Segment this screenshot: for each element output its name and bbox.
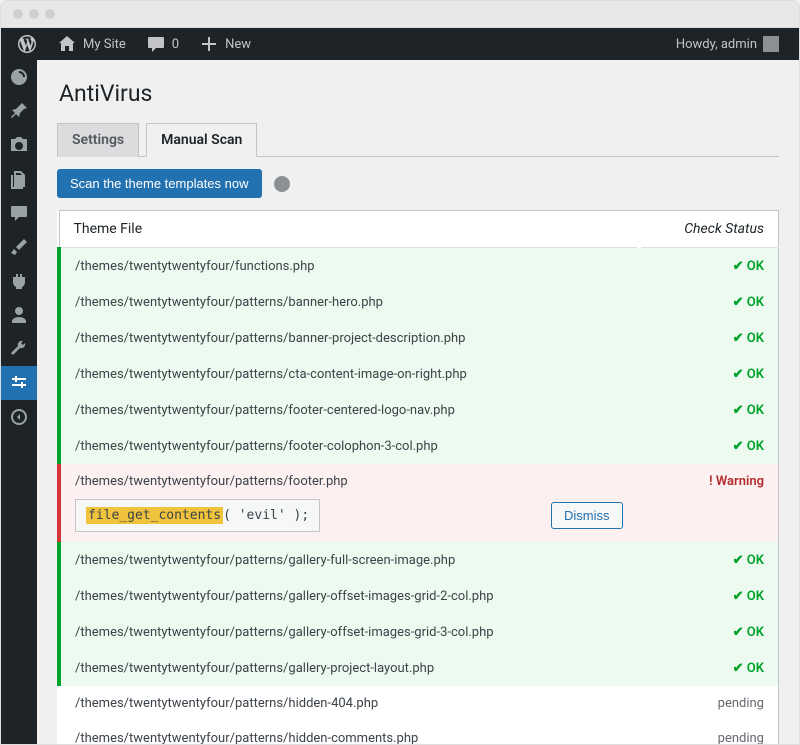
- status-cell: ✔ OK: [639, 578, 779, 614]
- wordpress-icon: [17, 34, 37, 54]
- window-dot: [45, 9, 55, 19]
- sliders-icon: [9, 373, 29, 393]
- site-name: My Site: [83, 37, 126, 52]
- file-path-cell: /themes/twentytwentyfour/patterns/hidden…: [59, 721, 639, 744]
- menu-comments[interactable]: [1, 196, 37, 230]
- admin-menu: [1, 60, 37, 744]
- table-row: /themes/twentytwentyfour/patterns/footer…: [59, 464, 779, 542]
- window-dot: [13, 9, 23, 19]
- home-icon: [57, 34, 77, 54]
- tab-manual-scan[interactable]: Manual Scan: [146, 123, 257, 157]
- collapse-icon: [9, 407, 29, 427]
- avatar: [763, 36, 779, 52]
- table-row: /themes/twentytwentyfour/patterns/banner…: [59, 284, 779, 320]
- file-path-cell: /themes/twentytwentyfour/patterns/galler…: [59, 614, 639, 650]
- plugin-icon: [9, 271, 29, 291]
- status-cell: ✔ OK: [639, 248, 779, 285]
- file-path-cell: /themes/twentytwentyfour/patterns/galler…: [59, 578, 639, 614]
- table-row: /themes/twentytwentyfour/patterns/banner…: [59, 320, 779, 356]
- scan-results-table: Theme File Check Status /themes/twentytw…: [57, 210, 779, 744]
- file-path-cell: /themes/twentytwentyfour/patterns/footer…: [59, 428, 639, 464]
- status-cell: pending: [639, 721, 779, 744]
- account-link[interactable]: Howdy, admin: [668, 28, 787, 60]
- file-path-cell: /themes/twentytwentyfour/patterns/galler…: [59, 650, 639, 686]
- status-cell: ✔ OK: [639, 650, 779, 686]
- new-content-link[interactable]: New: [191, 28, 259, 60]
- status-cell: ✔ OK: [639, 320, 779, 356]
- media-icon: [9, 135, 29, 155]
- table-row: /themes/twentytwentyfour/patterns/hidden…: [59, 686, 779, 721]
- dismiss-button[interactable]: Dismiss: [551, 502, 623, 529]
- menu-appearance[interactable]: [1, 230, 37, 264]
- table-row: /themes/twentytwentyfour/patterns/galler…: [59, 650, 779, 686]
- nav-tabs: SettingsManual Scan: [57, 123, 779, 157]
- table-row: /themes/twentytwentyfour/patterns/galler…: [59, 578, 779, 614]
- spinner-icon: [274, 176, 290, 192]
- window-dot: [29, 9, 39, 19]
- user-icon: [9, 305, 29, 325]
- wrench-icon: [9, 339, 29, 359]
- menu-users[interactable]: [1, 298, 37, 332]
- table-row: /themes/twentytwentyfour/functions.php✔ …: [59, 248, 779, 285]
- comment-icon: [146, 34, 166, 54]
- admin-bar: My Site 0 New Howdy, admin: [1, 28, 799, 60]
- menu-media[interactable]: [1, 128, 37, 162]
- status-cell: ✔ OK: [639, 356, 779, 392]
- column-header-status: Check Status: [639, 211, 779, 248]
- file-path-cell: /themes/twentytwentyfour/patterns/hidden…: [59, 686, 639, 721]
- file-path-cell: /themes/twentytwentyfour/patterns/cta-co…: [59, 356, 639, 392]
- status-cell: ✔ OK: [639, 428, 779, 464]
- column-header-file: Theme File: [59, 211, 639, 248]
- content-area: AntiVirus SettingsManual Scan Scan the t…: [37, 60, 799, 744]
- table-row: /themes/twentytwentyfour/patterns/cta-co…: [59, 356, 779, 392]
- menu-plugins[interactable]: [1, 264, 37, 298]
- menu-collapse[interactable]: [1, 400, 37, 434]
- status-cell: ! Warning: [639, 464, 779, 542]
- file-path-cell: /themes/twentytwentyfour/patterns/footer…: [59, 464, 639, 542]
- comments-icon: [9, 203, 29, 223]
- status-cell: ✔ OK: [639, 542, 779, 578]
- menu-pages[interactable]: [1, 162, 37, 196]
- status-cell: pending: [639, 686, 779, 721]
- file-path-cell: /themes/twentytwentyfour/patterns/banner…: [59, 284, 639, 320]
- status-cell: ✔ OK: [639, 284, 779, 320]
- table-row: /themes/twentytwentyfour/patterns/footer…: [59, 392, 779, 428]
- table-row: /themes/twentytwentyfour/patterns/galler…: [59, 542, 779, 578]
- status-cell: ✔ OK: [639, 392, 779, 428]
- menu-posts[interactable]: [1, 94, 37, 128]
- dashboard-icon: [9, 67, 29, 87]
- comments-count: 0: [172, 37, 179, 52]
- new-label: New: [225, 37, 251, 52]
- pages-icon: [9, 169, 29, 189]
- status-cell: ✔ OK: [639, 614, 779, 650]
- suspicious-code: file_get_contents( 'evil' );: [75, 499, 320, 532]
- menu-dashboard[interactable]: [1, 60, 37, 94]
- comments-link[interactable]: 0: [138, 28, 187, 60]
- greeting-text: Howdy, admin: [676, 37, 757, 52]
- plus-icon: [199, 34, 219, 54]
- browser-chrome: [0, 0, 800, 28]
- table-row: /themes/twentytwentyfour/patterns/hidden…: [59, 721, 779, 744]
- pin-icon: [9, 101, 29, 121]
- table-row: /themes/twentytwentyfour/patterns/footer…: [59, 428, 779, 464]
- page-title: AntiVirus: [57, 80, 779, 107]
- site-link[interactable]: My Site: [49, 28, 134, 60]
- menu-tools[interactable]: [1, 332, 37, 366]
- brush-icon: [9, 237, 29, 257]
- file-path-cell: /themes/twentytwentyfour/patterns/banner…: [59, 320, 639, 356]
- tab-settings[interactable]: Settings: [57, 123, 139, 157]
- scan-button[interactable]: Scan the theme templates now: [57, 169, 262, 198]
- menu-settings[interactable]: [1, 366, 37, 400]
- file-path-cell: /themes/twentytwentyfour/patterns/galler…: [59, 542, 639, 578]
- file-path-cell: /themes/twentytwentyfour/patterns/footer…: [59, 392, 639, 428]
- wp-logo-link[interactable]: [9, 28, 45, 60]
- table-row: /themes/twentytwentyfour/patterns/galler…: [59, 614, 779, 650]
- file-path-cell: /themes/twentytwentyfour/functions.php: [59, 248, 639, 285]
